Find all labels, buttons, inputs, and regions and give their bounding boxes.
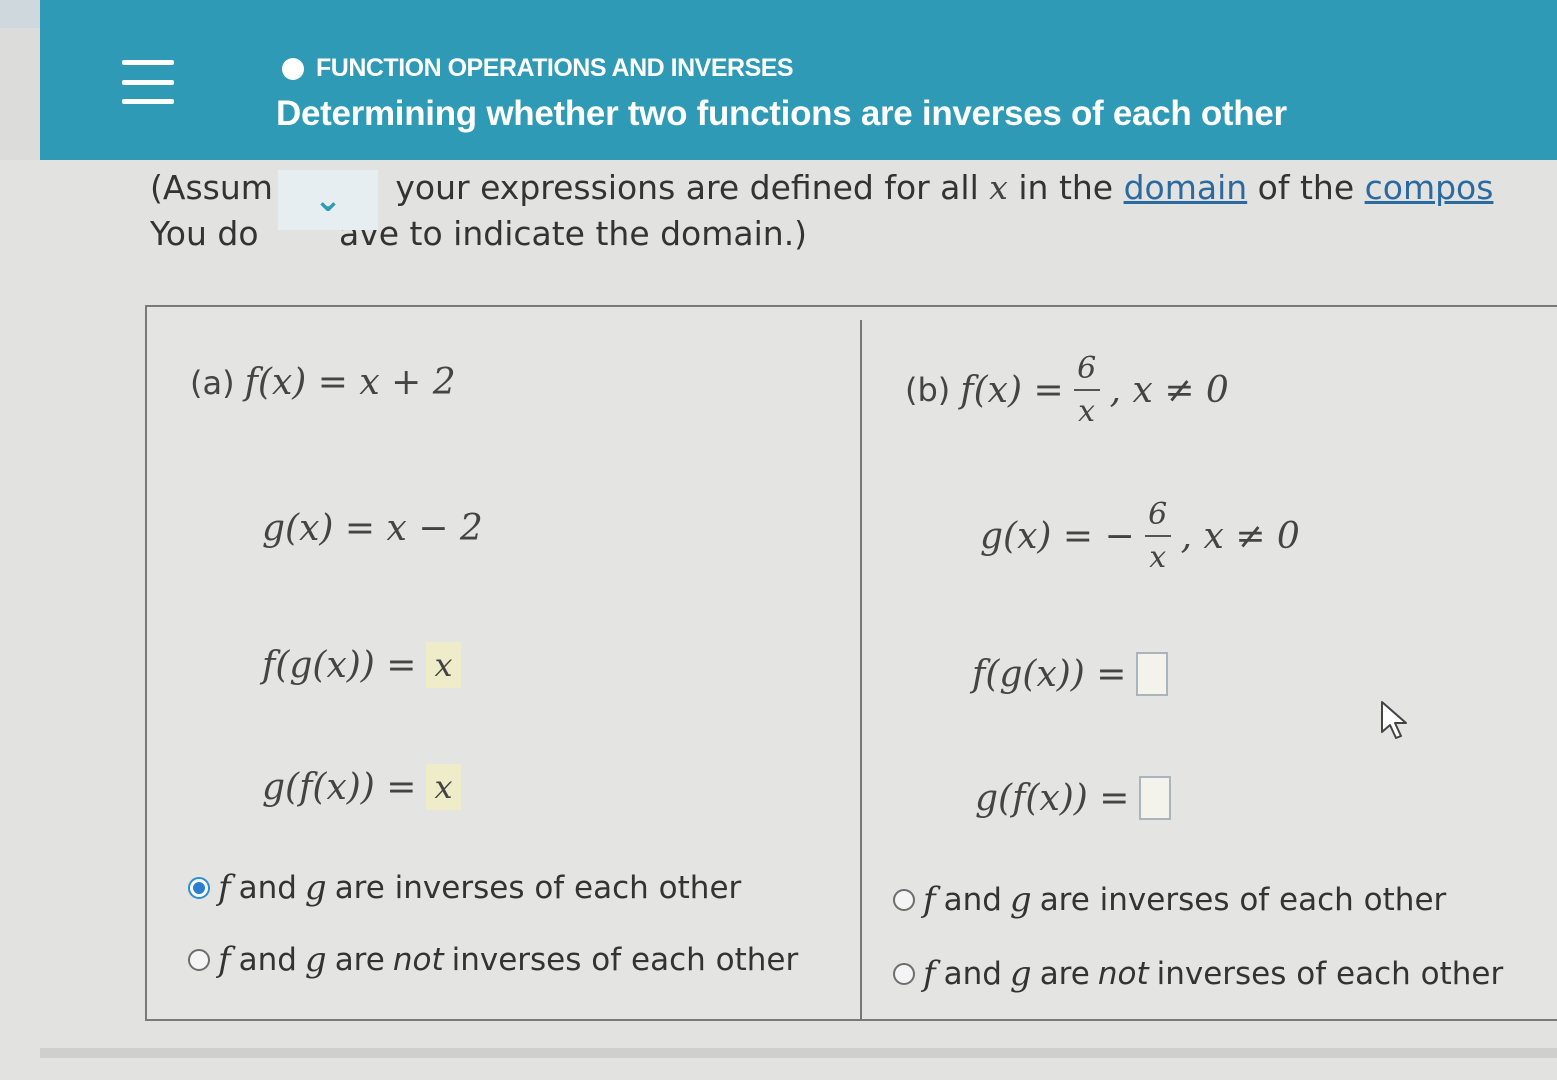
radio-icon[interactable] bbox=[893, 963, 915, 985]
topic-heading: FUNCTION OPERATIONS AND INVERSES bbox=[282, 54, 794, 83]
header-bar bbox=[40, 0, 1557, 160]
composition-link[interactable]: compos bbox=[1365, 168, 1494, 207]
topic-status-icon bbox=[282, 57, 304, 80]
domain-link[interactable]: domain bbox=[1124, 168, 1248, 207]
part-a-choice-inverses[interactable]: f and g are inverses of each other bbox=[188, 868, 741, 908]
part-b-f-definition: (b) f(x) = 6x , x ≠ 0 bbox=[905, 351, 1229, 429]
page-title: Determining whether two functions are in… bbox=[276, 94, 1287, 133]
part-a-g-definition: g(x) = x − 2 bbox=[262, 508, 483, 549]
hamburger-icon[interactable] bbox=[122, 60, 174, 104]
part-a-choice-not-inverses[interactable]: f and g are not inverses of each other bbox=[188, 940, 798, 980]
radio-icon[interactable] bbox=[188, 949, 210, 971]
radio-selected-icon[interactable] bbox=[188, 877, 210, 899]
part-b-choice-not-inverses[interactable]: f and g are not inverses of each other bbox=[893, 954, 1503, 994]
part-a-gf-row: g(f(x)) = x bbox=[262, 764, 461, 810]
part-b-fg-input[interactable] bbox=[1136, 652, 1169, 696]
part-a-f-definition: (a) f(x) = x + 2 bbox=[190, 362, 456, 403]
part-a-fg-row: f(g(x)) = x bbox=[262, 642, 461, 688]
part-a-fg-answer[interactable]: x bbox=[426, 642, 461, 688]
chevron-down-icon: ⌄ bbox=[313, 180, 343, 220]
part-b-fg-row: f(g(x)) = bbox=[972, 652, 1169, 696]
instruction-line-2: You do ave to indicate the domain.) bbox=[150, 214, 808, 253]
radio-icon[interactable] bbox=[893, 889, 915, 911]
mouse-cursor-icon bbox=[1381, 701, 1407, 739]
collapse-button[interactable]: ⌄ bbox=[278, 170, 378, 230]
part-a-gf-answer[interactable]: x bbox=[426, 764, 461, 810]
part-b-gf-input[interactable] bbox=[1139, 776, 1172, 820]
part-b-choice-inverses[interactable]: f and g are inverses of each other bbox=[893, 880, 1446, 920]
topic-label: FUNCTION OPERATIONS AND INVERSES bbox=[316, 54, 794, 82]
part-b-g-definition: g(x) = − 6x , x ≠ 0 bbox=[980, 497, 1300, 575]
column-divider bbox=[860, 320, 862, 1020]
part-b-gf-row: g(f(x)) = bbox=[975, 776, 1172, 820]
bottom-strip bbox=[40, 1048, 1557, 1058]
